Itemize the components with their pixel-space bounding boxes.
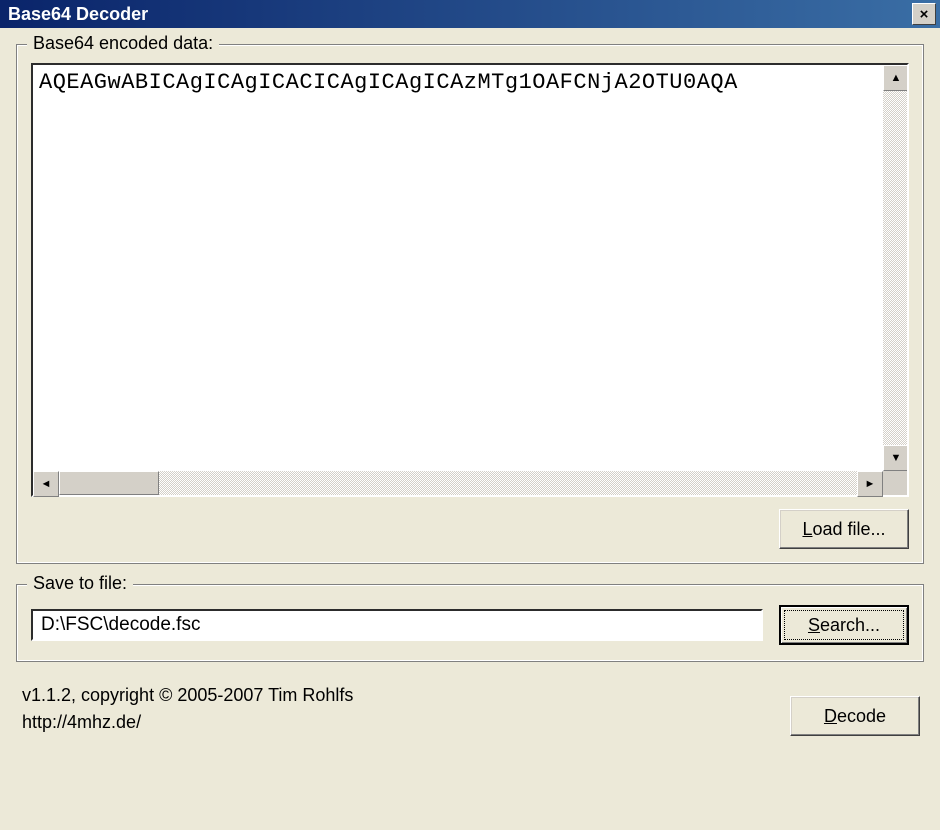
arrow-down-icon: ▼ [891,452,902,464]
close-icon: × [920,7,929,22]
close-button[interactable]: × [912,3,936,25]
titlebar[interactable]: Base64 Decoder × [0,0,940,28]
horizontal-scrollbar[interactable]: ◄ ► [33,471,907,495]
scroll-down-button[interactable]: ▼ [883,445,907,471]
save-path-input[interactable] [31,609,763,641]
search-button[interactable]: Search... [779,605,909,645]
arrow-up-icon: ▲ [891,72,902,84]
horizontal-scroll-track[interactable] [59,471,857,495]
scroll-corner [883,471,907,495]
client-area: Base64 encoded data: AQEAGwABICAgICAgICA… [0,28,940,830]
footer-info: v1.1.2, copyright © 2005-2007 Tim Rohlfs… [22,682,353,736]
encoded-text-content[interactable]: AQEAGwABICAgICAgICACICAgICAgICAzMTg1OAFC… [33,65,883,471]
vertical-scroll-track[interactable] [883,91,907,445]
scroll-left-button[interactable]: ◄ [33,471,59,497]
app-window: Base64 Decoder × Base64 encoded data: AQ… [0,0,940,830]
save-group-label: Save to file: [27,573,133,594]
vertical-scrollbar[interactable]: ▲ ▼ [883,65,907,471]
footer: v1.1.2, copyright © 2005-2007 Tim Rohlfs… [16,682,924,736]
arrow-left-icon: ◄ [41,478,52,490]
decode-button[interactable]: Decode [790,696,920,736]
scroll-up-button[interactable]: ▲ [883,65,907,91]
url-text: http://4mhz.de/ [22,709,353,736]
version-text: v1.1.2, copyright © 2005-2007 Tim Rohlfs [22,682,353,709]
encoded-textarea[interactable]: AQEAGwABICAgICAgICACICAgICAgICAzMTg1OAFC… [31,63,909,497]
encoded-group-label: Base64 encoded data: [27,33,219,54]
scroll-right-button[interactable]: ► [857,471,883,497]
arrow-right-icon: ► [865,478,876,490]
save-group: Save to file: Search... [16,584,924,662]
horizontal-scroll-thumb[interactable] [59,471,159,495]
encoded-group: Base64 encoded data: AQEAGwABICAgICAgICA… [16,44,924,564]
load-file-button[interactable]: Load file... [779,509,909,549]
window-title: Base64 Decoder [8,4,912,25]
